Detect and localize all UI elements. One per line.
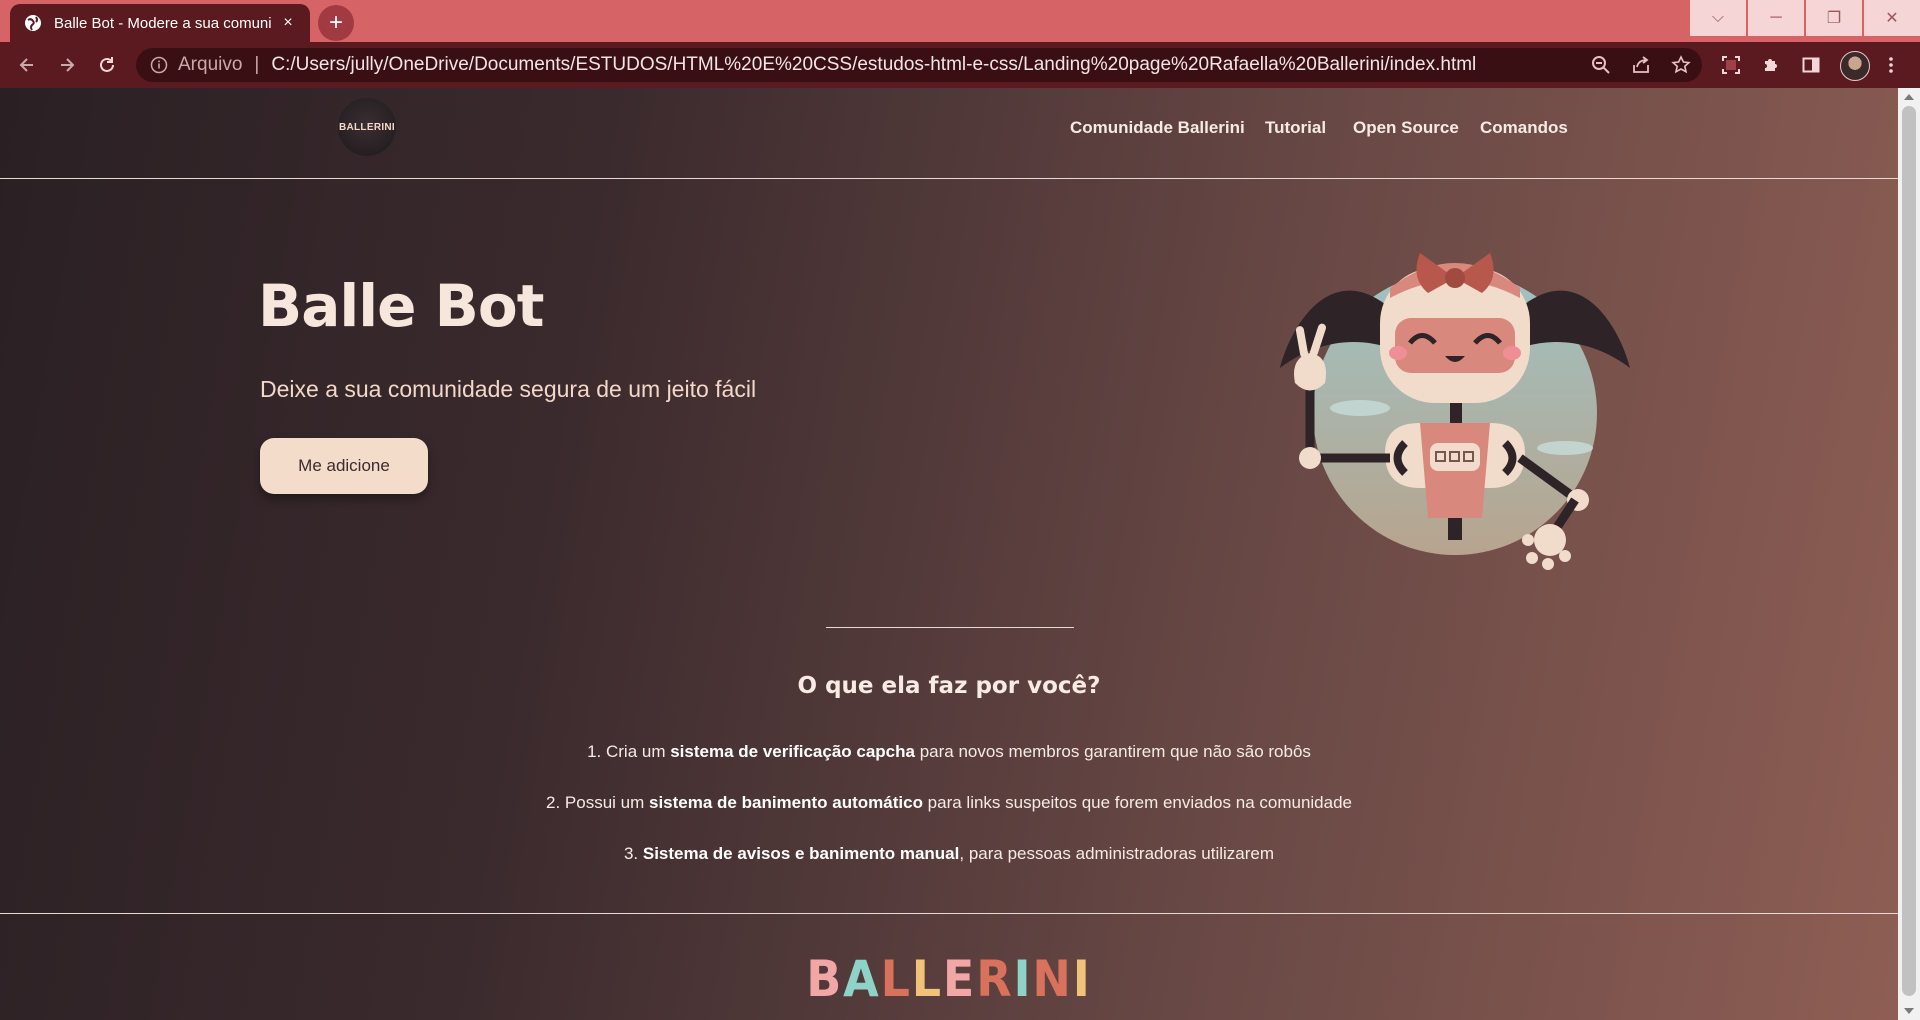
brand-letter: L	[880, 950, 912, 1008]
profile-avatar[interactable]	[1840, 51, 1870, 81]
globe-icon	[25, 15, 41, 31]
side-panel-icon[interactable]	[1796, 50, 1826, 80]
forward-button[interactable]	[52, 50, 82, 80]
site-logo[interactable]: BALLERINI	[338, 98, 396, 156]
tab-search-dropdown-button[interactable]: ⌵	[1690, 0, 1746, 36]
nav-link-comunidade[interactable]: Comunidade Ballerini	[1070, 118, 1245, 138]
feature-2-suffix: para links suspeitos que forem enviados …	[922, 793, 1352, 812]
close-tab-icon[interactable]: ×	[278, 14, 298, 32]
new-tab-button[interactable]: +	[318, 5, 354, 41]
back-arrow-icon	[19, 58, 33, 72]
feature-1-bold: sistema de verificação capcha	[670, 742, 915, 761]
browser-tab-bar: Balle Bot - Modere a sua comuni × + ⌵ ─ …	[0, 0, 1920, 42]
brand-letter: A	[843, 950, 881, 1008]
footer-brand-logo: BALLERINI	[76, 950, 1822, 1008]
feature-1-suffix: para novos membros garantirem que não sã…	[914, 742, 1311, 761]
back-button[interactable]	[12, 50, 42, 80]
puzzle-icon[interactable]	[1756, 50, 1786, 80]
scrollbar-thumb[interactable]	[1902, 106, 1916, 996]
footer-divider	[0, 913, 1898, 914]
feature-2-bold: sistema de banimento automático	[649, 793, 923, 812]
add-bot-button[interactable]: Me adicione	[260, 438, 428, 494]
reload-button[interactable]	[92, 50, 122, 80]
brand-letter: L	[911, 950, 943, 1008]
reload-icon	[100, 57, 114, 72]
brand-letter: I	[1072, 950, 1092, 1008]
feature-item-2: 2. Possui um sistema de banimento automá…	[0, 793, 1898, 813]
feature-item-3: 3. Sistema de avisos e banimento manual,…	[0, 844, 1898, 864]
address-bar[interactable]: Arquivo | C:/Users/jully/OneDrive/Docume…	[136, 48, 1702, 82]
brand-letter: R	[976, 950, 1014, 1008]
robot-illustration	[1280, 253, 1630, 570]
browser-toolbar: Arquivo | C:/Users/jully/OneDrive/Docume…	[0, 42, 1920, 88]
feature-3-prefix: 3.	[623, 844, 643, 863]
brand-letter: I	[1013, 950, 1033, 1008]
features-title: O que ela faz por você?	[797, 673, 1101, 699]
brand-letter: N	[1032, 950, 1073, 1008]
page-viewport: BALLERINI Comunidade Ballerini Tutorial …	[0, 88, 1898, 1020]
scroll-down-icon[interactable]	[1904, 1008, 1914, 1014]
feature-2-prefix: 2. Possui um	[546, 793, 649, 812]
address-separator: |	[254, 54, 260, 75]
share-icon[interactable]	[1626, 50, 1656, 80]
nav-link-open-source[interactable]: Open Source	[1353, 118, 1459, 138]
kebab-menu-icon[interactable]	[1876, 50, 1906, 80]
hero-subtitle: Deixe a sua comunidade segura de um jeit…	[260, 376, 757, 402]
tab-title: Balle Bot - Modere a sua comuni	[54, 14, 272, 32]
info-icon[interactable]	[150, 56, 168, 74]
brand-letter: E	[942, 950, 977, 1008]
screen-capture-icon[interactable]	[1716, 50, 1746, 80]
url-text[interactable]: C:/Users/jully/OneDrive/Documents/ESTUDO…	[271, 54, 1476, 76]
star-icon[interactable]	[1666, 50, 1696, 80]
feature-item-1: 1. Cria um sistema de verificação capcha…	[0, 742, 1898, 762]
zoom-out-icon[interactable]	[1586, 50, 1616, 80]
brand-letter: B	[806, 950, 844, 1008]
feature-3-bold: Sistema de avisos e banimento manual	[642, 844, 960, 863]
minimize-button[interactable]: ─	[1748, 0, 1804, 36]
feature-3-suffix: , para pessoas administradoras utilizare…	[959, 844, 1275, 863]
nav-link-comandos[interactable]: Comandos	[1480, 118, 1568, 138]
browser-tab[interactable]: Balle Bot - Modere a sua comuni ×	[10, 4, 310, 42]
forward-arrow-icon	[61, 58, 75, 72]
restore-button[interactable]: ❐	[1806, 0, 1862, 36]
scroll-up-icon[interactable]	[1904, 94, 1914, 100]
hero-title: Balle Bot	[258, 272, 544, 340]
site-header: BALLERINI Comunidade Ballerini Tutorial …	[0, 88, 1898, 179]
feature-1-prefix: 1. Cria um	[587, 742, 671, 761]
protocol-label: Arquivo	[178, 54, 243, 75]
page-scrollbar[interactable]	[1898, 88, 1920, 1020]
section-divider	[826, 627, 1074, 628]
nav-link-tutorial[interactable]: Tutorial	[1265, 118, 1326, 138]
close-window-button[interactable]: ✕	[1864, 0, 1920, 36]
